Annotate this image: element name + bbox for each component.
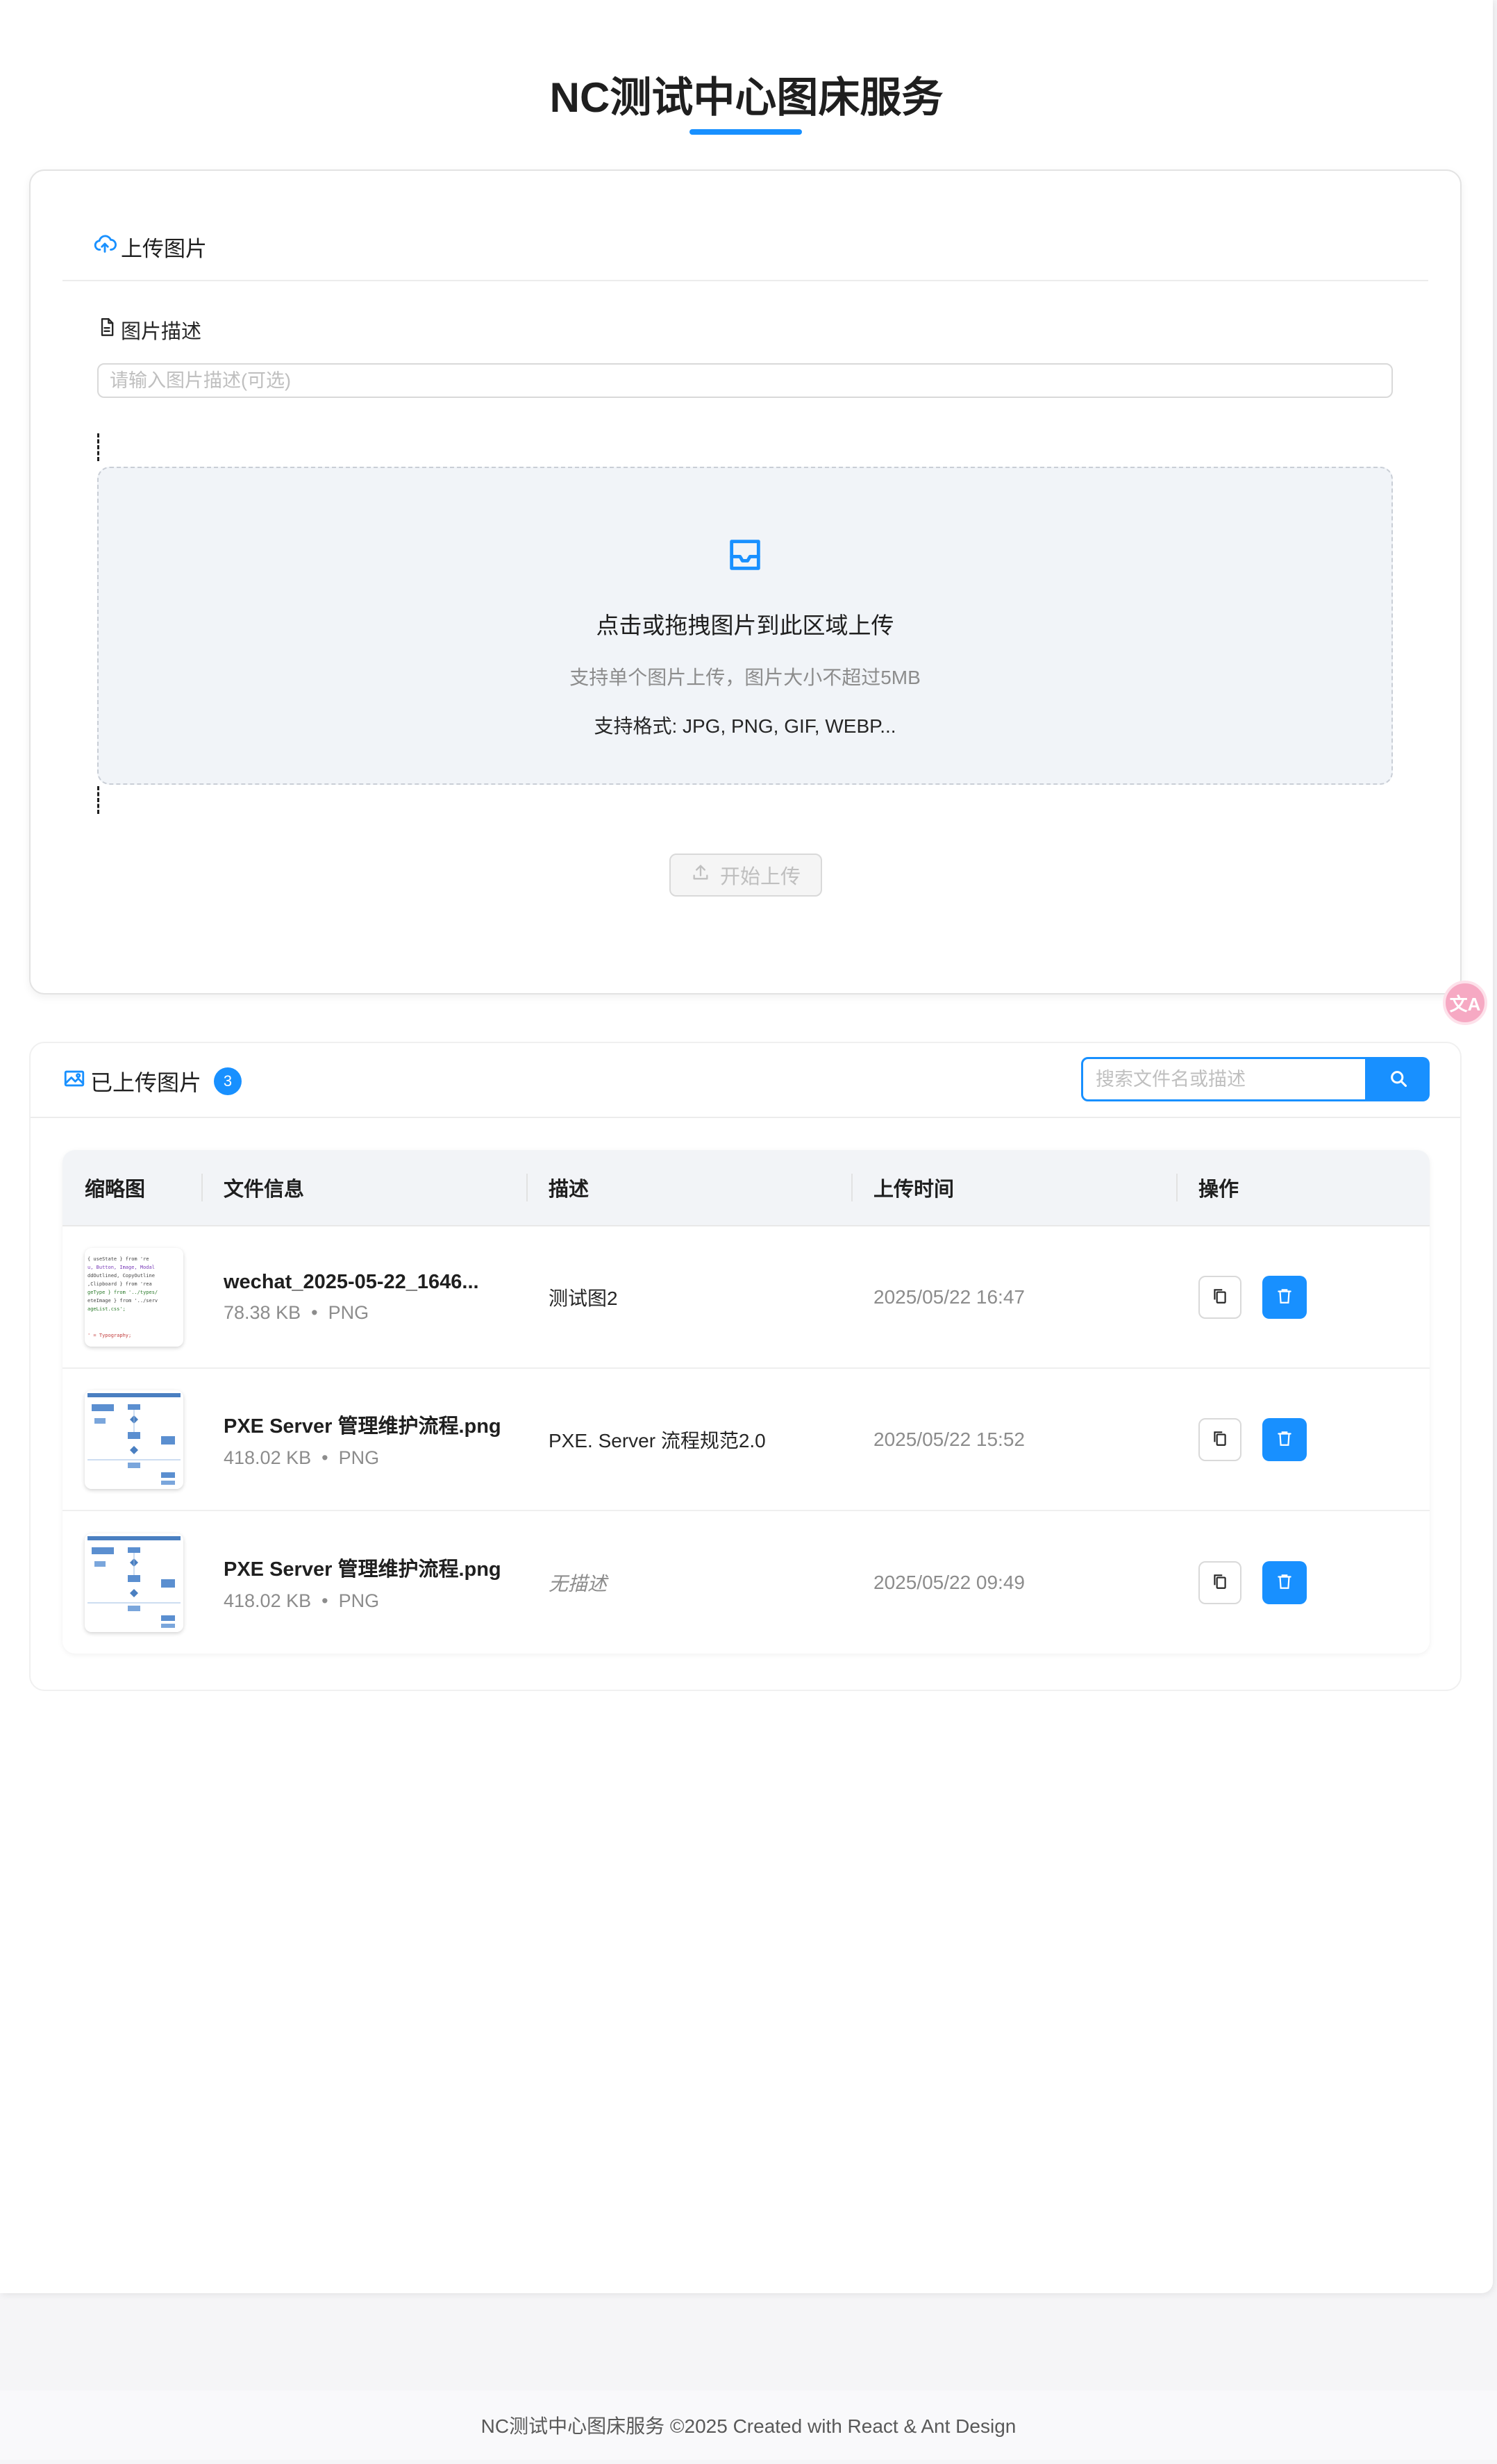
count-badge: 3 xyxy=(214,1067,242,1095)
file-type: PNG xyxy=(338,1590,380,1611)
file-size: 78.38 KB xyxy=(224,1301,301,1323)
divider xyxy=(31,1117,1460,1118)
upload-time: 2025/05/22 15:52 xyxy=(873,1428,1025,1450)
upload-time: 2025/05/22 09:49 xyxy=(873,1571,1025,1593)
image-description: 测试图2 xyxy=(549,1287,618,1309)
svg-text:geType } from '../types/: geType } from '../types/ xyxy=(87,1290,158,1295)
column-header-file-info: 文件信息 xyxy=(201,1173,526,1202)
footer: NC测试中心图床服务 ©2025 Created with React & An… xyxy=(0,2390,1497,2460)
column-header-actions: 操作 xyxy=(1176,1173,1430,1202)
table-row: { useState } from 're u, Button, Image, … xyxy=(62,1226,1430,1369)
copy-button[interactable] xyxy=(1198,1275,1241,1319)
file-size: 418.02 KB xyxy=(224,1590,312,1611)
search-icon xyxy=(1389,1069,1408,1090)
svg-text:u, Button, Image, Modal: u, Button, Image, Modal xyxy=(87,1265,155,1270)
search-input[interactable] xyxy=(1081,1057,1367,1101)
page-title: NC测试中心图床服务 xyxy=(549,74,944,121)
delete-button[interactable] xyxy=(1262,1417,1307,1461)
gallery-header: 已上传图片 3 xyxy=(62,1064,242,1099)
inbox-icon xyxy=(99,535,1391,575)
svg-text:{ useState } from 're: { useState } from 're xyxy=(87,1256,149,1262)
row-actions xyxy=(1198,1560,1430,1604)
row-actions xyxy=(1198,1417,1430,1461)
copy-button[interactable] xyxy=(1198,1417,1241,1461)
column-header-thumbnail: 缩略图 xyxy=(85,1179,146,1201)
column-header-upload-time: 上传时间 xyxy=(851,1173,1176,1202)
file-meta: 418.02 KB • PNG xyxy=(224,1447,526,1469)
images-table: 缩略图 文件信息 描述 上传时间 操作 { useState } from 'r… xyxy=(62,1150,1430,1654)
flowchart-thumbnail[interactable] xyxy=(85,1533,183,1632)
gallery-card: 已上传图片 3 缩略图 文件信息 描述 上传时间 操作 xyxy=(29,1042,1462,1691)
dropzone-main-text: 点击或拖拽图片到此区域上传 xyxy=(596,613,894,638)
main-page: NC测试中心图床服务 上传图片 图片描述 点击或拖拽图片到此区域上传 支持单个图… xyxy=(0,0,1493,2293)
dropzone-bottom-marker xyxy=(97,786,100,814)
table-header: 缩略图 文件信息 描述 上传时间 操作 xyxy=(62,1150,1430,1226)
meta-separator: • xyxy=(311,1590,339,1611)
row-actions xyxy=(1198,1275,1430,1319)
upload-time: 2025/05/22 16:47 xyxy=(873,1285,1025,1308)
copy-icon xyxy=(1211,1429,1229,1449)
svg-text:,Clipboard } from 'rea: ,Clipboard } from 'rea xyxy=(87,1281,152,1287)
gallery-header-label: 已上传图片 xyxy=(90,1070,202,1095)
table-row: PXE Server 管理维护流程.png 418.02 KB • PNG 无描… xyxy=(62,1511,1430,1654)
file-type: PNG xyxy=(338,1447,380,1468)
image-description: 无描述 xyxy=(549,1572,608,1595)
search-button[interactable] xyxy=(1367,1057,1430,1101)
file-text-icon xyxy=(97,317,117,342)
upload-header: 上传图片 xyxy=(93,229,207,264)
flowchart-thumbnail[interactable] xyxy=(85,1390,183,1489)
description-label-text: 图片描述 xyxy=(121,321,202,343)
copy-button[interactable] xyxy=(1198,1560,1241,1604)
meta-separator: • xyxy=(301,1301,328,1323)
upload-header-label: 上传图片 xyxy=(121,236,207,261)
column-header-description: 描述 xyxy=(526,1173,851,1202)
copy-icon xyxy=(1211,1572,1229,1592)
dropzone-hint-text: 支持单个图片上传，图片大小不超过5MB xyxy=(569,667,921,688)
search-bar xyxy=(1081,1057,1430,1101)
dropzone-top-marker xyxy=(97,433,100,461)
svg-text:ageList.css';: ageList.css'; xyxy=(87,1306,126,1312)
file-meta: 418.02 KB • PNG xyxy=(224,1590,526,1612)
description-label: 图片描述 xyxy=(97,315,201,344)
description-input[interactable] xyxy=(97,363,1393,398)
trash-icon xyxy=(1276,1429,1294,1449)
delete-button[interactable] xyxy=(1262,1560,1307,1604)
upload-icon xyxy=(691,863,710,888)
trash-icon xyxy=(1276,1287,1294,1307)
divider xyxy=(62,280,1428,281)
start-upload-label: 开始上传 xyxy=(719,866,801,888)
file-name: PXE Server 管理维护流程.png xyxy=(224,1558,501,1581)
start-upload-button[interactable]: 开始上传 xyxy=(669,854,822,897)
svg-text:' = Typography;: ' = Typography; xyxy=(87,1333,131,1338)
upload-card: 上传图片 图片描述 点击或拖拽图片到此区域上传 支持单个图片上传，图片大小不超过… xyxy=(29,169,1462,994)
image-description: PXE. Server 流程规范2.0 xyxy=(549,1429,766,1451)
upload-dropzone[interactable]: 点击或拖拽图片到此区域上传 支持单个图片上传，图片大小不超过5MB 支持格式: … xyxy=(97,467,1393,785)
picture-icon xyxy=(62,1067,86,1096)
meta-separator: • xyxy=(311,1447,339,1468)
footer-text: NC测试中心图床服务 ©2025 Created with React & An… xyxy=(480,2415,1017,2437)
svg-text:eteImage } from '../serv: eteImage } from '../serv xyxy=(87,1298,158,1304)
code-thumbnail[interactable]: { useState } from 're u, Button, Image, … xyxy=(85,1247,183,1347)
delete-button[interactable] xyxy=(1262,1275,1307,1319)
dropzone-formats-text: 支持格式: JPG, PNG, GIF, WEBP... xyxy=(594,715,896,737)
trash-icon xyxy=(1276,1572,1294,1592)
table-row: PXE Server 管理维护流程.png 418.02 KB • PNG PX… xyxy=(62,1369,1430,1511)
file-name: PXE Server 管理维护流程.png xyxy=(224,1415,501,1438)
file-meta: 78.38 KB • PNG xyxy=(224,1302,526,1324)
svg-text:ddOutlined, CopyOutline: ddOutlined, CopyOutline xyxy=(87,1273,155,1279)
file-name: wechat_2025-05-22_1646... xyxy=(224,1270,479,1293)
file-size: 418.02 KB xyxy=(224,1447,312,1468)
translate-icon[interactable]: 文A xyxy=(1443,981,1487,1025)
cloud-upload-icon xyxy=(93,232,117,261)
title-underline xyxy=(689,129,802,135)
copy-icon xyxy=(1211,1287,1229,1307)
file-type: PNG xyxy=(328,1301,369,1323)
